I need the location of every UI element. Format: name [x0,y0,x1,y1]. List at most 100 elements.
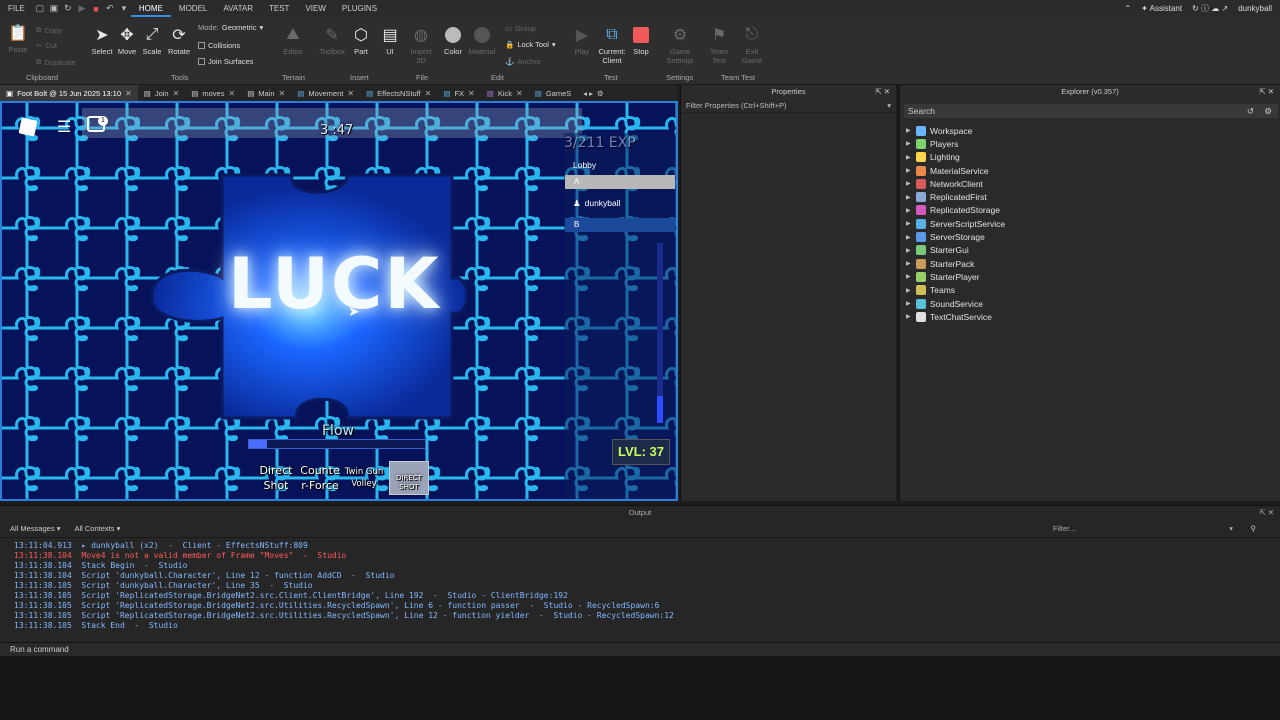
save-icon[interactable]: ▣ [47,0,61,17]
log-line[interactable]: 13:11:38.105 Script 'dunkyball.Character… [14,581,1280,591]
explorer-item-starterplayer[interactable]: ▶ StarterPlayer [900,270,1280,283]
skill-2[interactable]: Counte r-Force [298,463,342,493]
skill-3[interactable]: Twin Gun Volley [342,466,386,490]
group-button[interactable]: ▭ Group [505,24,536,33]
explorer-item-textchatservice[interactable]: ▶ TextChatService [900,310,1280,323]
duplicate-button[interactable]: ⧉ Duplicate [36,57,76,67]
menu-icon[interactable]: ☰ [57,117,71,137]
log-line[interactable]: 13:11:38.104 Stack Begin - Studio [14,561,1280,571]
skill-1[interactable]: Direct Shot [254,463,298,493]
part-button[interactable]: ⬡ Part [347,25,375,56]
chevron-right-icon[interactable]: ▶ [906,207,914,214]
tab-games[interactable]: ▤ GameS [529,85,578,101]
messages-filter[interactable]: All Messages ▾ [10,524,60,533]
clear-output-icon[interactable]: ⚲ [1251,524,1257,533]
game-viewport[interactable]: ☰ 1 3 :47 3/211 EXP Lobby A ♟ dunkyball B… [0,101,678,501]
material-button[interactable]: Material [468,25,496,56]
tab-plugins[interactable]: PLUGINS [334,0,385,17]
dropdown-icon[interactable]: ▾ [117,0,131,17]
log-line[interactable]: 13:11:38.104 Move4 is not a valid member… [14,551,1280,561]
close-icon[interactable]: ✕ [125,89,132,98]
stop-button[interactable]: Stop [627,25,655,56]
log-line[interactable]: 13:11:04.913 ▸ dunkyball (x2) - Client -… [14,541,1280,551]
explorer-item-serverscriptservice[interactable]: ▶ ServerScriptService [900,217,1280,230]
close-icon[interactable]: ✕ [173,89,180,98]
panel-controls-icon[interactable]: ⇱ ✕ [875,85,890,99]
new-file-icon[interactable]: ▢ [33,0,47,17]
log-line[interactable]: 13:11:38.105 Script 'ReplicatedStorage.B… [14,601,1280,611]
chevron-right-icon[interactable]: ▶ [906,154,914,161]
terrain-editor-button[interactable]: ⛰ Editor [279,25,307,56]
log-line[interactable]: 13:11:38.105 Script 'ReplicatedStorage.B… [14,591,1280,601]
chevron-right-icon[interactable]: ▶ [906,180,914,187]
log-line[interactable]: 13:11:38.105 Script 'ReplicatedStorage.B… [14,611,1280,621]
chevron-right-icon[interactable]: ▶ [906,300,914,307]
exit-game-button[interactable]: ⎋ Exit Game [738,25,766,65]
chevron-right-icon[interactable]: ▶ [906,273,914,280]
tab-avatar[interactable]: AVATAR [215,0,261,17]
settings-icon[interactable]: ⚙ [1264,104,1272,118]
ui-button[interactable]: ▤ UI [376,25,404,56]
tab-home[interactable]: HOME [130,0,171,17]
scale-button[interactable]: ⤢ Scale [138,25,166,56]
log-line[interactable]: 13:11:38.105 Stack End - Studio [14,621,1280,631]
tab-effectsnstuff[interactable]: ▤ EffectsNStuff ✕ [360,85,437,101]
tab-view[interactable]: VIEW [297,0,333,17]
gear-icon[interactable]: ⚙ [597,89,604,98]
chevron-right-icon[interactable]: ▶ [906,260,914,267]
close-icon[interactable]: ✕ [425,89,432,98]
history-icon[interactable]: ↺ [1247,104,1254,118]
player-row[interactable]: ♟ dunkyball [573,198,621,209]
close-icon[interactable]: ✕ [279,89,286,98]
output-filter-input[interactable]: Filter... ▾ [1053,524,1233,533]
explorer-item-lighting[interactable]: ▶ Lighting [900,151,1280,164]
explorer-item-players[interactable]: ▶ Players [900,137,1280,150]
play-button[interactable]: ▶ Play [568,25,596,56]
join-surfaces-toggle[interactable]: Join Surfaces [198,57,253,66]
mode-select[interactable]: Mode: Geometric ▾ [198,23,263,32]
close-icon[interactable]: ✕ [468,89,475,98]
assistant-button[interactable]: ✦ Assistant [1141,4,1182,13]
explorer-item-soundservice[interactable]: ▶ SoundService [900,297,1280,310]
chevron-right-icon[interactable]: ▶ [906,220,914,227]
explorer-item-networkclient[interactable]: ▶ NetworkClient [900,177,1280,190]
select-button[interactable]: ➤ Select [88,25,116,56]
redo-icon[interactable]: ↻ [61,0,75,17]
color-button[interactable]: Color [439,25,467,56]
team-b-row[interactable]: B [565,218,675,232]
undo-icon[interactable]: ↶ [103,0,117,17]
user-name[interactable]: dunkyball [1238,4,1272,13]
copy-button[interactable]: ⧉ Copy [36,25,62,35]
chevron-right-icon[interactable]: ▶ [906,234,914,241]
paste-button[interactable]: 📋 Paste [4,23,32,54]
explorer-item-startergui[interactable]: ▶ StarterGui [900,244,1280,257]
tab-scroll-arrows[interactable]: ◂ ▸ ⚙ [577,85,609,101]
game-settings-button[interactable]: ⚙ Game Settings [666,25,694,65]
stop-small-icon[interactable]: ■ [89,0,103,17]
panel-controls-icon[interactable]: ⇱ ✕ [1259,506,1274,520]
tab-main[interactable]: ▤ Main ✕ [241,85,291,101]
toolbox-button[interactable]: ✎ Toolbox [318,25,346,56]
rotate-button[interactable]: ⟳ Rotate [165,25,193,56]
lock-tool-button[interactable]: 🔒 Lock Tool ▾ [505,40,556,49]
tab-kick[interactable]: ▤ Kick ✕ [481,85,529,101]
tab-foot-bolt[interactable]: ▣ Foot Bolt @ 15 Jun 2025 13:10 ✕ [0,85,138,101]
chevron-right-icon[interactable]: ▶ [906,247,914,254]
status-icons[interactable]: ↻ ⓘ ☁ ↗ [1192,3,1228,14]
chevron-right-icon[interactable]: ▶ [906,140,914,147]
explorer-item-materialservice[interactable]: ▶ MaterialService [900,164,1280,177]
chevron-right-icon[interactable]: ▶ [906,167,914,174]
collapse-icon[interactable]: ⌃ [1124,4,1131,13]
chevron-right-icon[interactable]: ▶ [906,194,914,201]
tab-model[interactable]: MODEL [171,0,215,17]
explorer-item-replicatedstorage[interactable]: ▶ ReplicatedStorage [900,204,1280,217]
close-icon[interactable]: ✕ [228,89,235,98]
chevron-right-icon[interactable]: ▶ [906,313,914,320]
tab-test[interactable]: TEST [261,0,297,17]
skill-4[interactable]: DIRECT SHOT [389,461,429,495]
explorer-search-input[interactable]: Search ↺ ⚙ [904,104,1278,118]
explorer-item-teams[interactable]: ▶ Teams [900,284,1280,297]
explorer-item-workspace[interactable]: ▶ Workspace [900,124,1280,137]
contexts-filter[interactable]: All Contexts ▾ [74,524,120,533]
file-menu[interactable]: FILE [0,0,33,17]
